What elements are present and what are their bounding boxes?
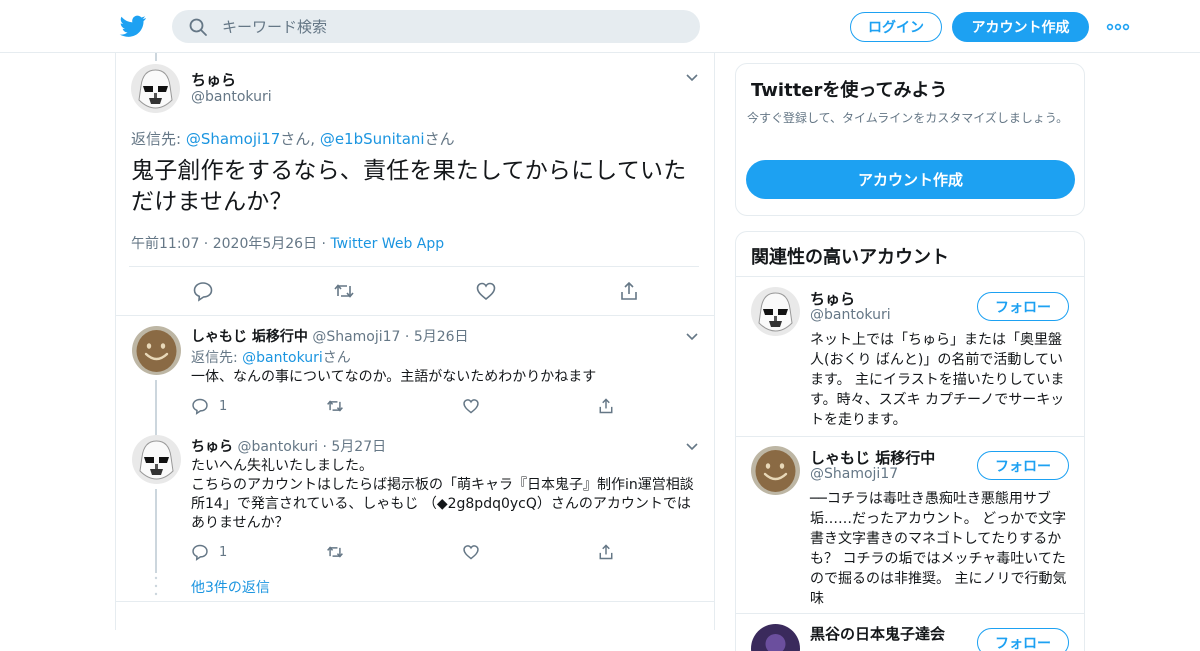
account-handle[interactable]: @Shamoji17 [810, 466, 898, 482]
reply-mention-link[interactable]: @e1bSunitani [320, 130, 425, 148]
author-handle[interactable]: @bantokuri [237, 439, 318, 455]
thread-line [155, 53, 157, 61]
reply-mention-link[interactable]: @bantokuri [242, 350, 323, 366]
author-name[interactable]: ちゅら [191, 69, 236, 90]
reply-date[interactable]: · 5月26日 [405, 329, 469, 345]
avatar[interactable] [751, 624, 800, 651]
reply-icon[interactable] [191, 543, 209, 561]
show-more-replies-link[interactable]: 他3件の返信 [191, 577, 270, 597]
more-dots-icon[interactable] [1106, 18, 1130, 36]
account-bio: ネット上では「ちゅら」または「奥里盤人(おくり ばんと)」の名前で活動しています… [810, 332, 1065, 428]
reply-prefix: 返信先: [131, 130, 186, 148]
divider [736, 276, 1084, 277]
login-button[interactable]: ログイン [850, 12, 942, 42]
reply-text-line: たいへん失礼いたしました。 [191, 458, 373, 474]
signup-button[interactable]: アカウント作成 [952, 12, 1089, 42]
like-icon[interactable] [462, 397, 480, 415]
tweet-text: 鬼子創作をするなら、責任を果たしてからにしていただけませんか？ [131, 158, 687, 215]
twitter-bird-icon[interactable] [119, 13, 147, 39]
divider [116, 315, 714, 316]
reply-suffix: さん [424, 130, 455, 148]
account-name[interactable]: しゃもじ 垢移行中 [810, 447, 935, 468]
author-name[interactable]: しゃもじ 垢移行中 [191, 329, 308, 345]
thread-line [155, 489, 157, 573]
thread-line [155, 380, 157, 436]
smiley-cookie-avatar-icon [751, 446, 800, 495]
avatar[interactable] [132, 326, 181, 375]
follow-button[interactable]: フォロー [977, 451, 1069, 480]
avatar[interactable] [131, 64, 180, 113]
avatar[interactable] [751, 446, 800, 495]
divider [116, 601, 714, 602]
meta-separator: · [317, 236, 331, 252]
avatar[interactable] [751, 287, 800, 336]
account-name[interactable]: ちゅら [810, 288, 855, 309]
retweet-icon[interactable] [326, 543, 344, 561]
stormtrooper-avatar-icon [131, 64, 180, 113]
chevron-down-icon[interactable] [685, 73, 699, 83]
reply-count: 1 [219, 399, 228, 414]
signup-card: Twitterを使ってみよう 今すぐ登録して、タイムラインをカスタマイズしましょ… [735, 63, 1085, 216]
meta-separator: · [199, 236, 213, 252]
stormtrooper-avatar-icon [751, 287, 800, 336]
account-bio: ──コチラは毒吐き愚痴吐き悪態用サブ垢……だったアカウント。 どっかで文字書き文… [810, 491, 1067, 607]
account-name[interactable]: 黒谷の日本鬼子達会 [810, 623, 945, 644]
reply-count: 1 [219, 545, 228, 560]
related-accounts-card: 関連性の高いアカウント ちゅら @bantokuri フォロー ネット上では「ち… [735, 231, 1085, 651]
like-icon[interactable] [462, 543, 480, 561]
reply-header: しゃもじ 垢移行中 @Shamoji17 · 5月26日 [191, 326, 469, 346]
reply-suffix: さん [322, 350, 351, 366]
reply-text-line: こちらのアカウントはしたらば掲示板の「萌キャラ『日本鬼子』制作in運営相談所14… [191, 477, 694, 531]
author-name[interactable]: ちゅら [191, 439, 233, 455]
signup-card-subtitle: 今すぐ登録して、タイムラインをカスタマイズしましょう。 [747, 111, 1069, 125]
reply-prefix: 返信先: [191, 350, 243, 366]
share-icon[interactable] [618, 280, 640, 302]
share-icon[interactable] [597, 397, 615, 415]
tweet-metadata: 午前11:07 · 2020年5月26日 · Twitter Web App [131, 233, 444, 253]
signup-card-title: Twitterを使ってみよう [751, 80, 948, 101]
avatar[interactable] [132, 435, 181, 484]
tweet-time[interactable]: 午前11:07 [131, 236, 199, 252]
divider [736, 436, 1084, 437]
share-icon[interactable] [597, 543, 615, 561]
search-input[interactable] [222, 10, 682, 43]
reply-context: 返信先: @bantokuriさん [191, 347, 351, 367]
chevron-down-icon[interactable] [685, 332, 699, 342]
signup-card-button[interactable]: アカウント作成 [746, 160, 1075, 199]
reply-context: 返信先: @Shamoji17さん, @e1bSunitaniさん [131, 128, 455, 149]
reply-separator: さん, [280, 130, 320, 148]
author-handle[interactable]: @Shamoji17 [312, 329, 400, 345]
account-handle[interactable]: @bantokuri [810, 307, 891, 323]
author-handle[interactable]: @bantokuri [191, 89, 272, 105]
search-icon [189, 18, 207, 36]
chevron-down-icon[interactable] [685, 442, 699, 452]
stormtrooper-avatar-icon [132, 435, 181, 484]
follow-button[interactable]: フォロー [977, 292, 1069, 321]
reply-icon[interactable] [191, 397, 209, 415]
tweet-date[interactable]: 2020年5月26日 [213, 236, 317, 252]
divider [736, 613, 1084, 614]
reply-icon[interactable] [192, 280, 214, 302]
tweet-source-link[interactable]: Twitter Web App [330, 236, 444, 252]
thread-dots [154, 576, 158, 596]
retweet-icon[interactable] [333, 280, 355, 302]
related-accounts-title: 関連性の高いアカウント [751, 247, 949, 268]
like-icon[interactable] [475, 280, 497, 302]
divider [129, 266, 699, 267]
reply-header: ちゅら @bantokuri · 5月27日 [191, 436, 386, 456]
tweet-column: ちゅら @bantokuri 返信先: @Shamoji17さん, @e1bSu… [115, 53, 715, 630]
smiley-cookie-avatar-icon [132, 326, 181, 375]
retweet-icon[interactable] [326, 397, 344, 415]
reply-date[interactable]: · 5月27日 [323, 439, 387, 455]
search-box[interactable] [172, 10, 700, 43]
top-bar: ログイン アカウント作成 [0, 0, 1200, 53]
reply-text: 一体、なんの事についてなのか。主語がないためわかりかねます [191, 369, 597, 385]
purple-avatar-icon [751, 624, 800, 651]
follow-button[interactable]: フォロー [977, 628, 1069, 651]
reply-mention-link[interactable]: @Shamoji17 [186, 130, 280, 148]
reply-text: たいへん失礼いたしました。 こちらのアカウントはしたらば掲示板の「萌キャラ『日本… [191, 457, 701, 533]
